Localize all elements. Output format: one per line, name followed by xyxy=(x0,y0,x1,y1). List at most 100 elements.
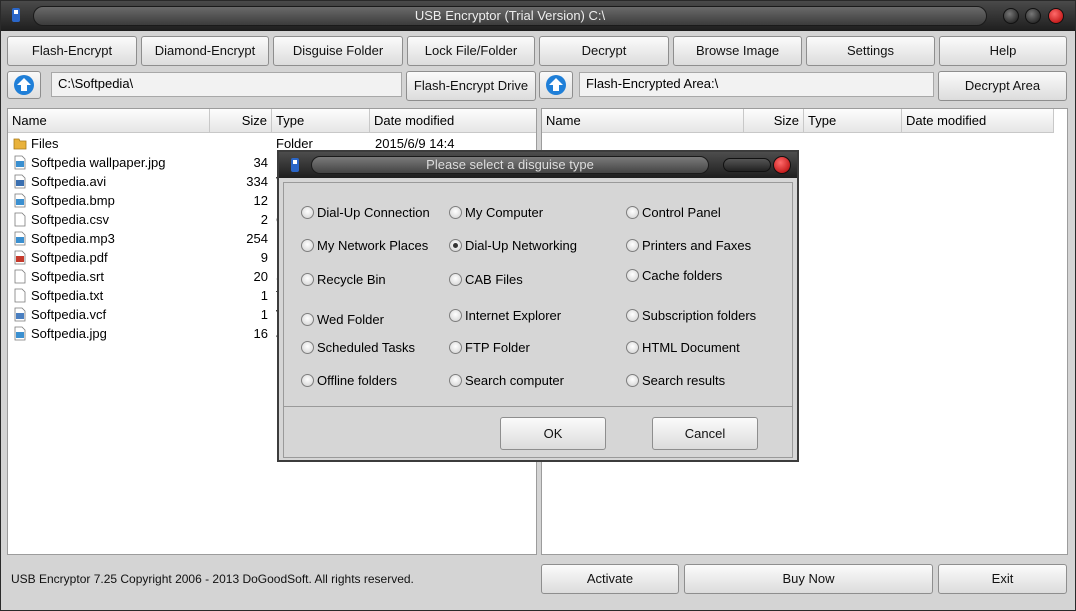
radio-button[interactable] xyxy=(301,206,314,219)
column-header-size[interactable]: Size xyxy=(210,109,272,133)
radio-label: Offline folders xyxy=(317,373,397,388)
radio-label: Cache folders xyxy=(642,268,723,283)
image-file-icon xyxy=(13,193,27,208)
file-size: 16 xyxy=(253,326,268,341)
radio-button[interactable] xyxy=(301,341,314,354)
title-bar[interactable]: USB Encryptor (Trial Version) C:\ xyxy=(1,1,1075,31)
right-up-button[interactable] xyxy=(539,71,573,99)
buy-now-button[interactable]: Buy Now xyxy=(684,564,933,594)
up-arrow-icon xyxy=(14,75,34,95)
radio-button[interactable] xyxy=(301,313,314,326)
ok-button[interactable]: OK xyxy=(500,417,606,450)
radio-button[interactable] xyxy=(626,341,639,354)
radio-label: CAB Files xyxy=(465,272,523,287)
column-header-name[interactable]: Name xyxy=(8,109,210,133)
file-size: 334 xyxy=(246,174,268,189)
app-icon xyxy=(291,158,299,172)
radio-button[interactable] xyxy=(449,309,462,322)
image-file-icon xyxy=(13,326,27,341)
column-header-size[interactable]: Size xyxy=(744,109,804,133)
radio-label: Scheduled Tasks xyxy=(317,340,416,355)
dialog-title-decoration xyxy=(723,158,771,172)
radio-label: My Computer xyxy=(465,205,544,220)
radio-button[interactable] xyxy=(301,239,314,252)
radio-button[interactable] xyxy=(626,269,639,282)
column-header-date[interactable]: Date modified xyxy=(902,109,1054,133)
text-file-icon xyxy=(13,288,27,303)
radio-label: Printers and Faxes xyxy=(642,238,752,253)
radio-label: Control Panel xyxy=(642,205,721,220)
radio-label: Subscription folders xyxy=(642,308,757,323)
flash-encrypt-button[interactable]: Flash-Encrypt xyxy=(7,36,137,66)
dialog-body: Dial-Up Connection My Computer Control Pan… xyxy=(283,182,793,458)
file-name: Softpedia.pdf xyxy=(31,250,108,265)
app-icon xyxy=(12,8,20,22)
file-size: 34 xyxy=(253,155,268,170)
radio-label: Dial-Up Networking xyxy=(465,238,577,253)
help-button[interactable]: Help xyxy=(939,36,1067,66)
file-size: 20 xyxy=(253,269,268,284)
radio-label: HTML Document xyxy=(642,340,740,355)
radio-button[interactable] xyxy=(449,239,462,252)
radio-label: My Network Places xyxy=(317,238,429,253)
diamond-encrypt-button[interactable]: Diamond-Encrypt xyxy=(141,36,269,66)
radio-label: FTP Folder xyxy=(465,340,530,355)
radio-label: Internet Explorer xyxy=(465,308,562,323)
radio-button[interactable] xyxy=(626,374,639,387)
column-header-date[interactable]: Date modified xyxy=(370,109,536,133)
activate-button[interactable]: Activate xyxy=(541,564,679,594)
file-size: 12 xyxy=(253,193,268,208)
radio-button[interactable] xyxy=(626,239,639,252)
folder-icon xyxy=(13,136,27,151)
radio-button[interactable] xyxy=(626,309,639,322)
file-name: Files xyxy=(31,136,59,151)
radio-label: Wed Folder xyxy=(317,312,384,327)
copyright-text: USB Encryptor 7.25 Copyright 2006 - 2013… xyxy=(11,572,414,586)
lock-file-folder-button[interactable]: Lock File/Folder xyxy=(407,36,535,66)
radio-button[interactable] xyxy=(301,374,314,387)
blank-file-icon xyxy=(13,212,27,227)
file-size: 9 xyxy=(260,250,268,265)
blank-file-icon xyxy=(13,269,27,284)
exit-button[interactable]: Exit xyxy=(938,564,1067,594)
left-path-field[interactable]: C:\Softpedia\ xyxy=(51,72,402,97)
radio-button[interactable] xyxy=(449,206,462,219)
audio-file-icon xyxy=(13,231,27,246)
radio-button[interactable] xyxy=(449,341,462,354)
column-header-type[interactable]: Type xyxy=(272,109,370,133)
window-title: USB Encryptor (Trial Version) C:\ xyxy=(33,6,987,26)
column-header-type[interactable]: Type xyxy=(804,109,902,133)
cancel-button[interactable]: Cancel xyxy=(652,417,758,450)
radio-button[interactable] xyxy=(449,374,462,387)
up-arrow-icon xyxy=(546,75,566,95)
dialog-title-bar[interactable]: Please select a disguise type xyxy=(279,152,797,178)
column-header-name[interactable]: Name xyxy=(542,109,744,133)
settings-button[interactable]: Settings xyxy=(806,36,935,66)
radio-button[interactable] xyxy=(626,206,639,219)
radio-button[interactable] xyxy=(301,273,314,286)
disguise-folder-button[interactable]: Disguise Folder xyxy=(273,36,403,66)
file-name: Softpedia.vcf xyxy=(31,307,107,322)
file-name: Softpedia.srt xyxy=(31,269,104,284)
flash-encrypt-drive-button[interactable]: Flash-Encrypt Drive xyxy=(406,71,536,101)
pdf-file-icon xyxy=(13,250,27,265)
file-size: 254 xyxy=(246,231,268,246)
decrypt-area-button[interactable]: Decrypt Area xyxy=(938,71,1067,101)
decrypt-button[interactable]: Decrypt xyxy=(539,36,669,66)
left-up-button[interactable] xyxy=(7,71,41,99)
close-button[interactable] xyxy=(1048,8,1064,24)
file-name: Softpedia.mp3 xyxy=(31,231,115,246)
file-name: Softpedia.txt xyxy=(31,288,104,303)
file-size: 1 xyxy=(260,307,268,322)
dialog-close-button[interactable] xyxy=(773,156,791,174)
radio-label: Recycle Bin xyxy=(317,272,386,287)
file-name: Softpedia.avi xyxy=(31,174,107,189)
minimize-button[interactable] xyxy=(1003,8,1019,24)
file-name: Softpedia.csv xyxy=(31,212,110,227)
maximize-button[interactable] xyxy=(1025,8,1041,24)
disguise-type-dialog: Please select a disguise type Dial-Up Co… xyxy=(277,150,799,462)
browse-image-button[interactable]: Browse Image xyxy=(673,36,802,66)
radio-button[interactable] xyxy=(449,273,462,286)
file-size: 2 xyxy=(260,212,268,227)
right-path-field[interactable]: Flash-Encrypted Area:\ xyxy=(579,72,934,97)
